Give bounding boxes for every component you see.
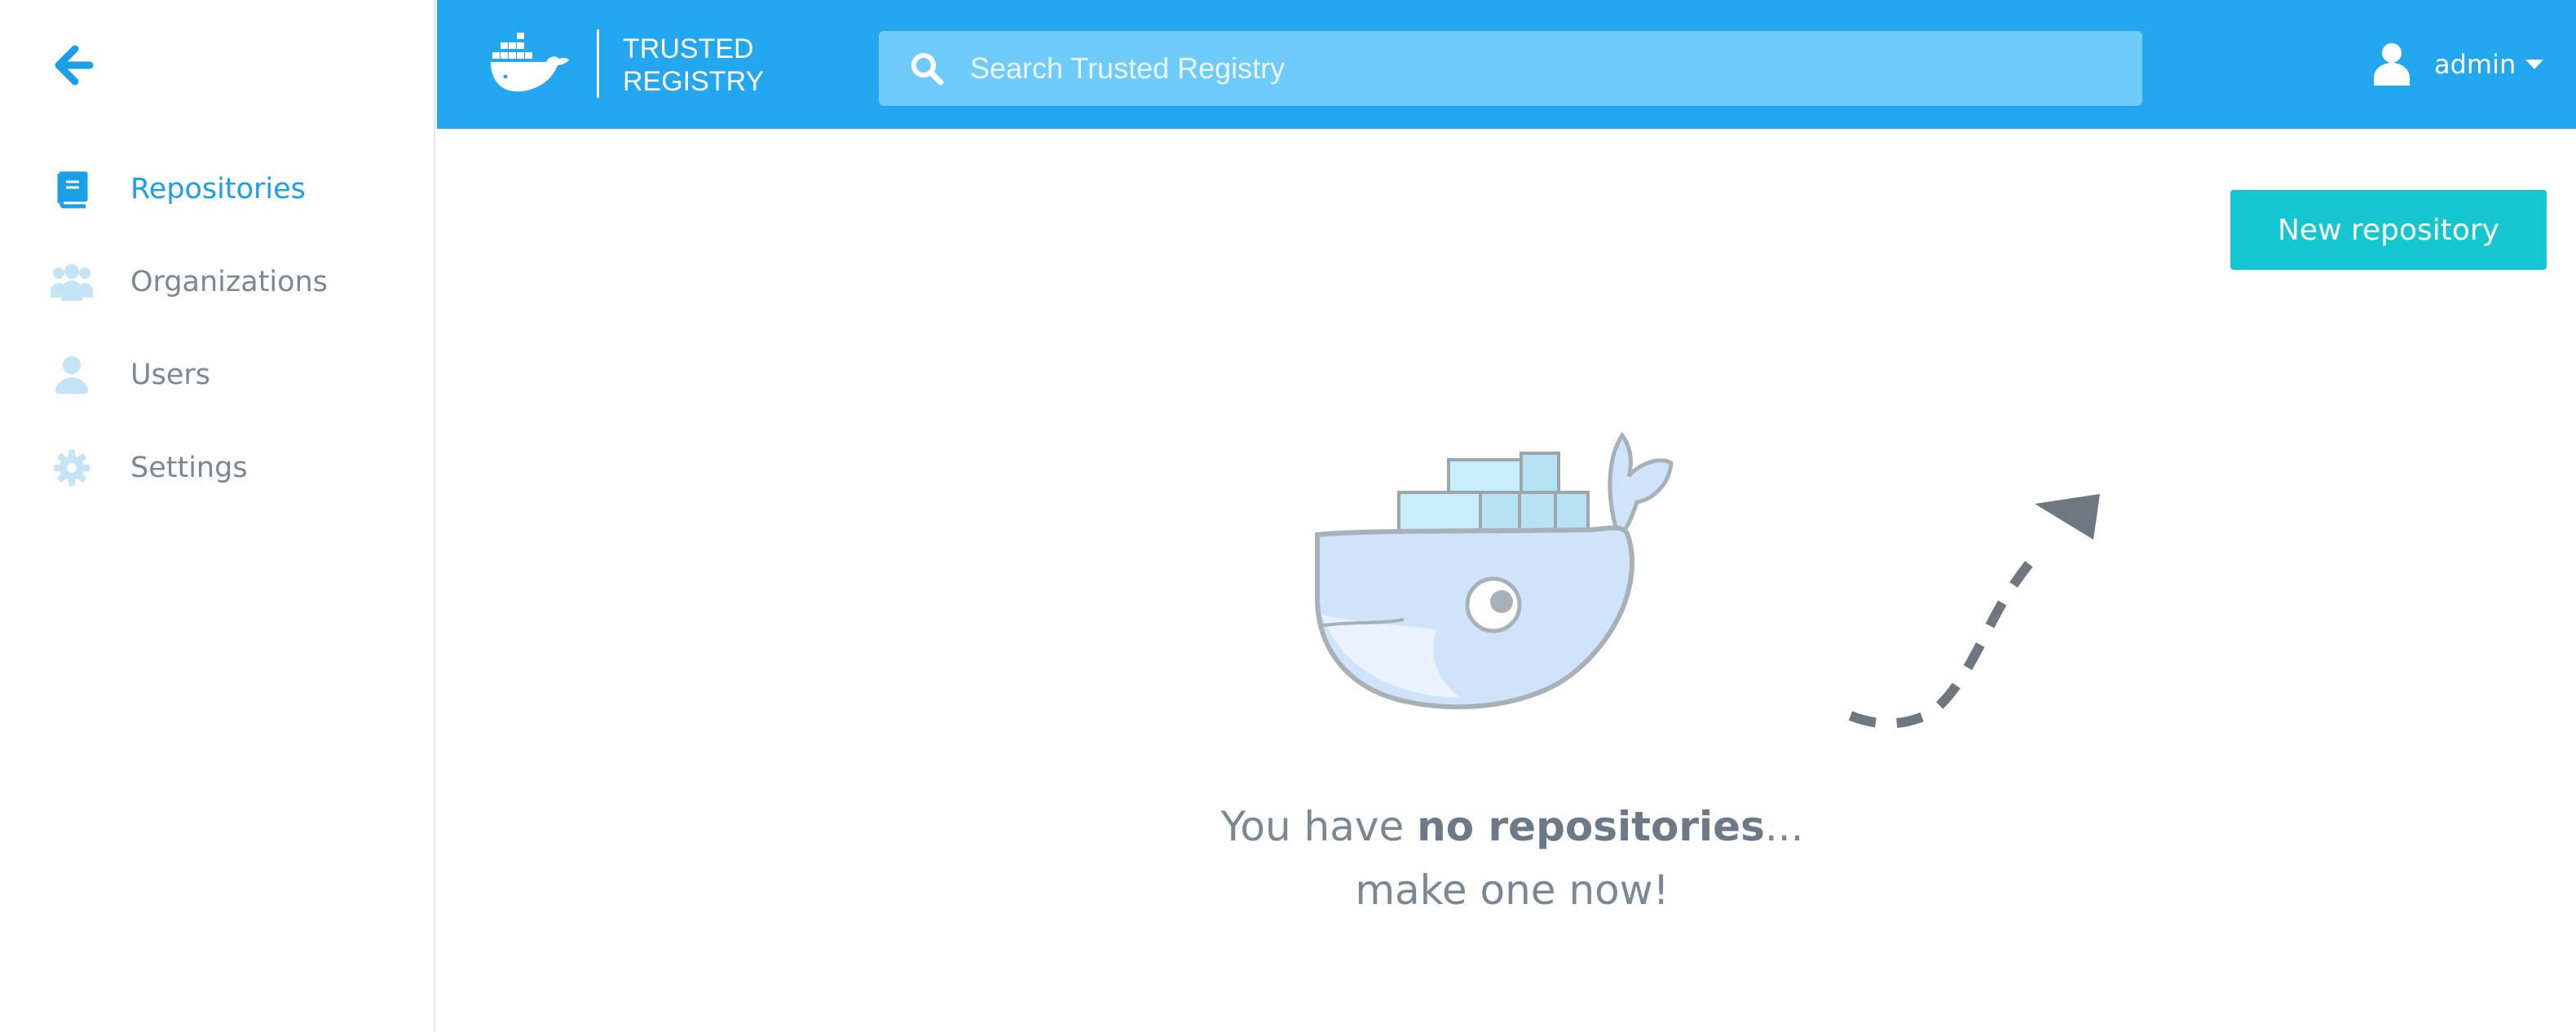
docker-whale-illustration xyxy=(1315,431,1674,710)
sidebar-item-users[interactable]: Users xyxy=(49,346,408,404)
back-button[interactable] xyxy=(49,41,98,90)
users-group-icon xyxy=(49,259,95,305)
user-menu[interactable]: admin xyxy=(2372,39,2545,90)
search-icon xyxy=(911,53,944,86)
sidebar: Repositories Organizations Users Setting… xyxy=(0,0,435,1032)
arrow-left-icon xyxy=(55,45,94,86)
sidebar-item-label: Repositories xyxy=(130,173,306,205)
empty-state-line-2: make one now! xyxy=(1355,867,1670,914)
book-icon xyxy=(49,166,95,212)
user-icon xyxy=(49,352,95,398)
empty-suffix: ... xyxy=(1764,803,1804,850)
sidebar-item-label: Settings xyxy=(130,452,248,484)
docker-logo[interactable] xyxy=(489,28,571,96)
sidebar-item-label: Organizations xyxy=(130,266,328,298)
brand-line-2: REGISTRY xyxy=(623,66,765,97)
user-name: admin xyxy=(2434,49,2516,80)
top-header: TRUSTED REGISTRY admin xyxy=(437,0,2576,129)
user-icon xyxy=(2374,43,2410,86)
empty-state-message: You have no repositories... make one now… xyxy=(1019,795,2005,922)
logo-divider xyxy=(597,29,599,98)
sidebar-item-organizations[interactable]: Organizations xyxy=(49,254,408,311)
empty-bold: no repositories xyxy=(1417,803,1765,850)
sidebar-item-settings[interactable]: Settings xyxy=(49,439,408,496)
search-bar[interactable] xyxy=(879,31,2142,106)
new-repository-button[interactable]: New repository xyxy=(2230,190,2547,270)
gear-icon xyxy=(49,445,95,491)
search-input[interactable] xyxy=(968,51,2113,86)
dashed-arrow-icon xyxy=(1848,494,2100,729)
sidebar-item-label: Users xyxy=(130,359,211,391)
brand-line-1: TRUSTED xyxy=(623,33,754,64)
caret-down-icon xyxy=(2525,60,2544,69)
brand-name: TRUSTED REGISTRY xyxy=(623,33,764,98)
sidebar-item-repositories[interactable]: Repositories xyxy=(49,161,408,218)
empty-prefix: You have xyxy=(1220,803,1418,850)
empty-state-line-1: You have no repositories... xyxy=(1019,795,2005,858)
